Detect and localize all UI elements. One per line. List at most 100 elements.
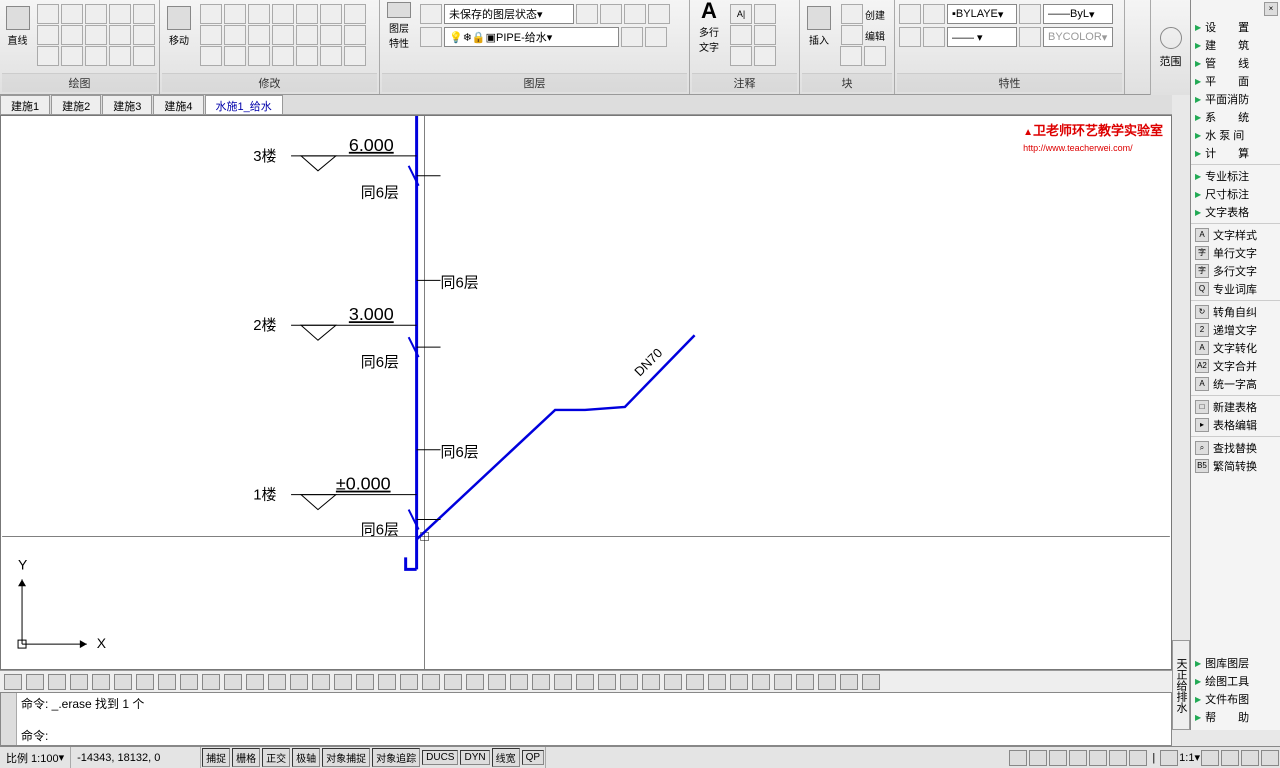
cmd-input[interactable]: 命令: <box>21 727 1167 743</box>
side-item[interactable]: ▶专业标注 <box>1191 167 1280 185</box>
insert-block-tool[interactable]: 插入 <box>802 2 836 50</box>
bottom-tool[interactable] <box>730 674 748 690</box>
status-icon[interactable] <box>1241 750 1259 766</box>
draw-tool[interactable] <box>109 25 131 45</box>
side-item[interactable]: ▶平 面 <box>1191 72 1280 90</box>
modify-tool[interactable] <box>224 4 246 24</box>
modify-tool[interactable] <box>224 46 246 66</box>
vertical-title[interactable]: 天正给排水 <box>1172 640 1190 730</box>
side-item[interactable]: ▸表格编辑 <box>1191 416 1280 434</box>
status-icon[interactable] <box>1069 750 1087 766</box>
side-item[interactable]: B5繁简转换 <box>1191 457 1280 475</box>
bottom-tool[interactable] <box>466 674 484 690</box>
layer-tool[interactable] <box>600 4 622 24</box>
doc-tab[interactable]: 建施2 <box>51 95 101 114</box>
modify-tool[interactable] <box>344 4 366 24</box>
prop-tool[interactable] <box>1019 4 1041 24</box>
side-item[interactable]: A2文字合并 <box>1191 357 1280 375</box>
cmd-handle[interactable] <box>1 693 17 745</box>
side-item[interactable]: ▶平面消防 <box>1191 90 1280 108</box>
doc-tab[interactable]: 建施4 <box>153 95 203 114</box>
bottom-tool[interactable] <box>180 674 198 690</box>
bottom-tool[interactable] <box>136 674 154 690</box>
layer-tool[interactable] <box>621 27 643 47</box>
draw-tool[interactable] <box>61 25 83 45</box>
bottom-tool[interactable] <box>686 674 704 690</box>
bottom-tool[interactable] <box>510 674 528 690</box>
bottom-tool[interactable] <box>598 674 616 690</box>
bottom-tool[interactable] <box>422 674 440 690</box>
bottom-tool[interactable] <box>620 674 638 690</box>
status-toggle[interactable]: 极轴 <box>292 748 320 767</box>
block-tool[interactable] <box>864 46 886 66</box>
modify-tool[interactable] <box>344 25 366 45</box>
side-item[interactable]: ↻转角自纠 <box>1191 303 1280 321</box>
bottom-tool[interactable] <box>862 674 880 690</box>
draw-tool[interactable] <box>85 46 107 66</box>
modify-tool[interactable] <box>200 4 222 24</box>
modify-tool[interactable] <box>344 46 366 66</box>
side-item[interactable]: ▶图库图层 <box>1191 654 1280 672</box>
status-icon[interactable] <box>1201 750 1219 766</box>
status-icon[interactable] <box>1009 750 1027 766</box>
modify-tool[interactable] <box>320 46 342 66</box>
prop-tool[interactable] <box>899 4 921 24</box>
annot-tool[interactable] <box>730 25 752 45</box>
status-icon[interactable] <box>1029 750 1047 766</box>
annot-tool[interactable]: A| <box>730 4 752 24</box>
side-item[interactable]: ▶绘图工具 <box>1191 672 1280 690</box>
status-icon[interactable] <box>1160 750 1178 766</box>
bottom-tool[interactable] <box>532 674 550 690</box>
color-combo[interactable]: ▪BYLAYE▾ <box>947 4 1017 24</box>
draw-tool[interactable] <box>109 4 131 24</box>
create-block[interactable] <box>841 4 863 24</box>
layer-tool[interactable] <box>420 27 442 47</box>
side-item[interactable]: 字单行文字 <box>1191 244 1280 262</box>
modify-tool[interactable] <box>200 46 222 66</box>
status-icon[interactable] <box>1129 750 1147 766</box>
block-tool[interactable] <box>840 46 862 66</box>
draw-tool[interactable] <box>37 46 59 66</box>
modify-tool[interactable] <box>320 4 342 24</box>
bottom-tool[interactable] <box>576 674 594 690</box>
bottom-tool[interactable] <box>796 674 814 690</box>
bottom-tool[interactable] <box>70 674 88 690</box>
status-icon[interactable] <box>1109 750 1127 766</box>
anno-scale[interactable]: 1:1 <box>1179 752 1194 764</box>
status-toggle[interactable]: DYN <box>460 750 489 765</box>
side-item[interactable]: ▶尺寸标注 <box>1191 185 1280 203</box>
layer-tool[interactable] <box>624 4 646 24</box>
annot-tool[interactable] <box>754 25 776 45</box>
bottom-tool[interactable] <box>334 674 352 690</box>
status-toggle[interactable]: DUCS <box>422 750 458 765</box>
bottom-tool[interactable] <box>48 674 66 690</box>
move-tool[interactable]: 移动 <box>162 2 196 50</box>
side-item[interactable]: ▶建 筑 <box>1191 36 1280 54</box>
modify-tool[interactable] <box>224 25 246 45</box>
mtext-tool[interactable]: A 多行 文字 <box>692 2 726 50</box>
side-item[interactable]: ▶计 算 <box>1191 144 1280 162</box>
status-icon[interactable] <box>1089 750 1107 766</box>
modify-tool[interactable] <box>272 25 294 45</box>
bottom-tool[interactable] <box>774 674 792 690</box>
bottom-tool[interactable] <box>708 674 726 690</box>
bottom-tool[interactable] <box>818 674 836 690</box>
layer-state-combo[interactable]: 未保存的图层状态▾ <box>444 4 574 24</box>
side-item[interactable]: A统一字高 <box>1191 375 1280 393</box>
drawing-canvas[interactable]: ▲卫老师环艺教学实验室 http://www.teacherwei.com/ D… <box>0 115 1172 670</box>
side-item[interactable]: Q专业词库 <box>1191 280 1280 298</box>
status-toggle[interactable]: 对象追踪 <box>372 748 420 767</box>
bottom-tool[interactable] <box>114 674 132 690</box>
bottom-tool[interactable] <box>488 674 506 690</box>
bottom-tool[interactable] <box>246 674 264 690</box>
annot-tool[interactable] <box>730 46 752 66</box>
layer-tool[interactable] <box>576 4 598 24</box>
side-item[interactable]: 2递增文字 <box>1191 321 1280 339</box>
layer-tool[interactable] <box>420 4 442 24</box>
side-item[interactable]: □新建表格 <box>1191 398 1280 416</box>
bottom-tool[interactable] <box>356 674 374 690</box>
modify-tool[interactable] <box>248 4 270 24</box>
doc-tab[interactable]: 建施3 <box>102 95 152 114</box>
prop-tool[interactable] <box>923 4 945 24</box>
side-item[interactable]: A文字样式 <box>1191 226 1280 244</box>
